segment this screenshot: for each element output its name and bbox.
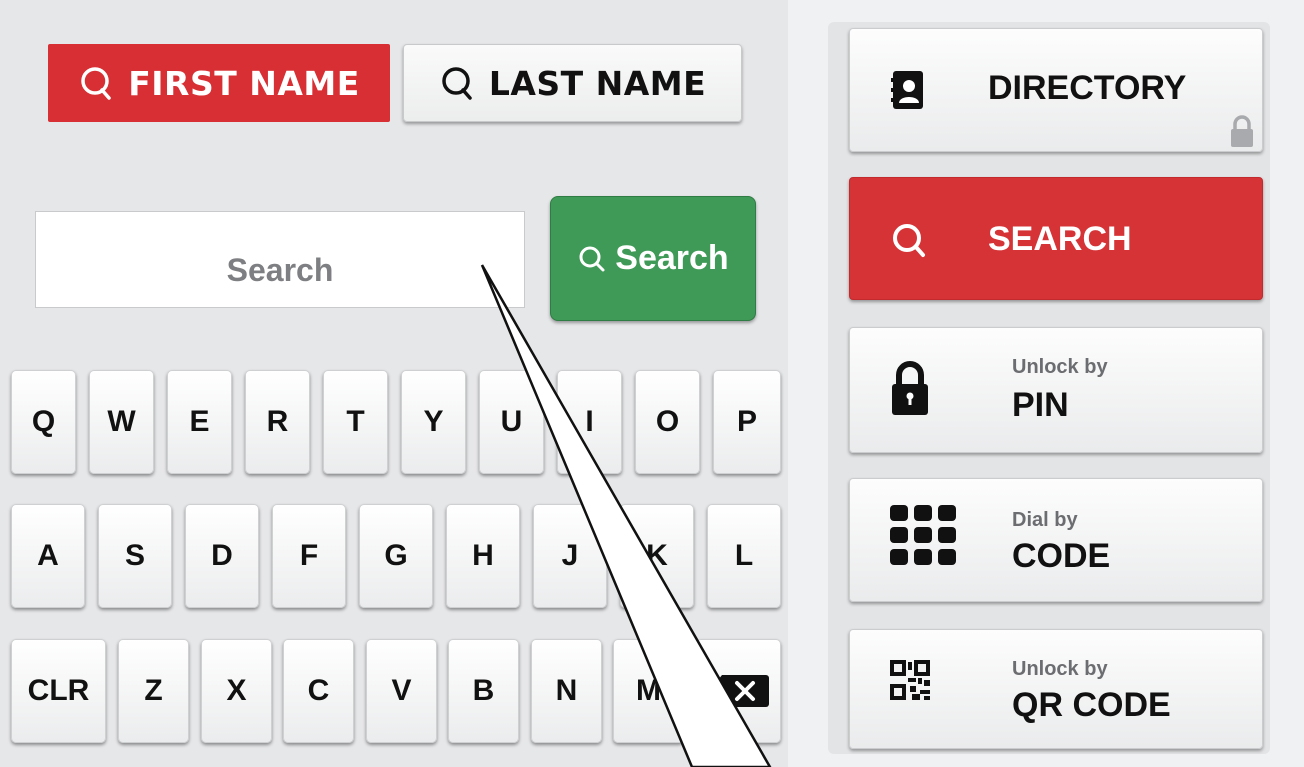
first-name-tab[interactable]: FIRST NAME [48,44,390,122]
key-e[interactable]: E [167,370,232,474]
key-s[interactable]: S [98,504,172,608]
key-f[interactable]: F [272,504,346,608]
key-t[interactable]: T [323,370,388,474]
key-h[interactable]: H [446,504,520,608]
directory-label: DIRECTORY [988,69,1187,107]
key-b[interactable]: B [448,639,519,743]
key-p[interactable]: P [713,370,781,474]
last-name-tab-label: LAST NAME [488,63,707,103]
pin-sub-label: Unlock by [1012,356,1108,378]
search-button-label: Search [615,239,729,277]
key-l[interactable]: L [707,504,781,608]
qr-sub-label: Unlock by [1012,658,1108,680]
key-d[interactable]: D [185,504,259,608]
directory-button[interactable]: DIRECTORY [849,28,1263,152]
backspace-icon [708,675,769,707]
key-w[interactable]: W [89,370,154,474]
key-a[interactable]: A [11,504,85,608]
pin-main-label: PIN [1012,386,1069,424]
key-u[interactable]: U [479,370,544,474]
first-name-tab-label: FIRST NAME [128,63,360,103]
qr-code-icon [890,660,930,700]
code-main-label: CODE [1012,537,1111,575]
lock-icon [892,361,928,415]
search-button[interactable]: Search [550,196,756,321]
qr-main-label: QR CODE [1012,686,1171,724]
key-k[interactable]: K [620,504,694,608]
code-sub-label: Dial by [1012,509,1078,531]
search-icon [893,224,925,257]
lock-icon [1231,115,1253,147]
key-clr[interactable]: CLR [11,639,106,743]
backspace-key[interactable] [696,639,781,743]
search-icon [81,67,111,100]
last-name-tab[interactable]: LAST NAME [403,44,742,122]
contact-book-icon [891,71,923,109]
search-icon [442,67,472,100]
key-r[interactable]: R [245,370,310,474]
key-z[interactable]: Z [118,639,189,743]
key-y[interactable]: Y [401,370,466,474]
search-icon [579,246,605,271]
key-v[interactable]: V [366,639,437,743]
search-input[interactable] [35,211,525,308]
key-c[interactable]: C [283,639,354,743]
key-o[interactable]: O [635,370,700,474]
key-m[interactable]: M [613,639,684,743]
key-i[interactable]: I [557,370,622,474]
key-x[interactable]: X [201,639,272,743]
unlock-pin-button[interactable]: Unlock by PIN [849,327,1263,453]
dial-code-button[interactable]: Dial by CODE [849,478,1263,602]
key-j[interactable]: J [533,504,607,608]
key-q[interactable]: Q [11,370,76,474]
search-nav-label: SEARCH [988,220,1132,258]
key-g[interactable]: G [359,504,433,608]
search-nav-button[interactable]: SEARCH [849,177,1263,300]
keypad-icon [890,505,956,565]
unlock-qr-button[interactable]: Unlock by QR CODE [849,629,1263,749]
key-n[interactable]: N [531,639,602,743]
